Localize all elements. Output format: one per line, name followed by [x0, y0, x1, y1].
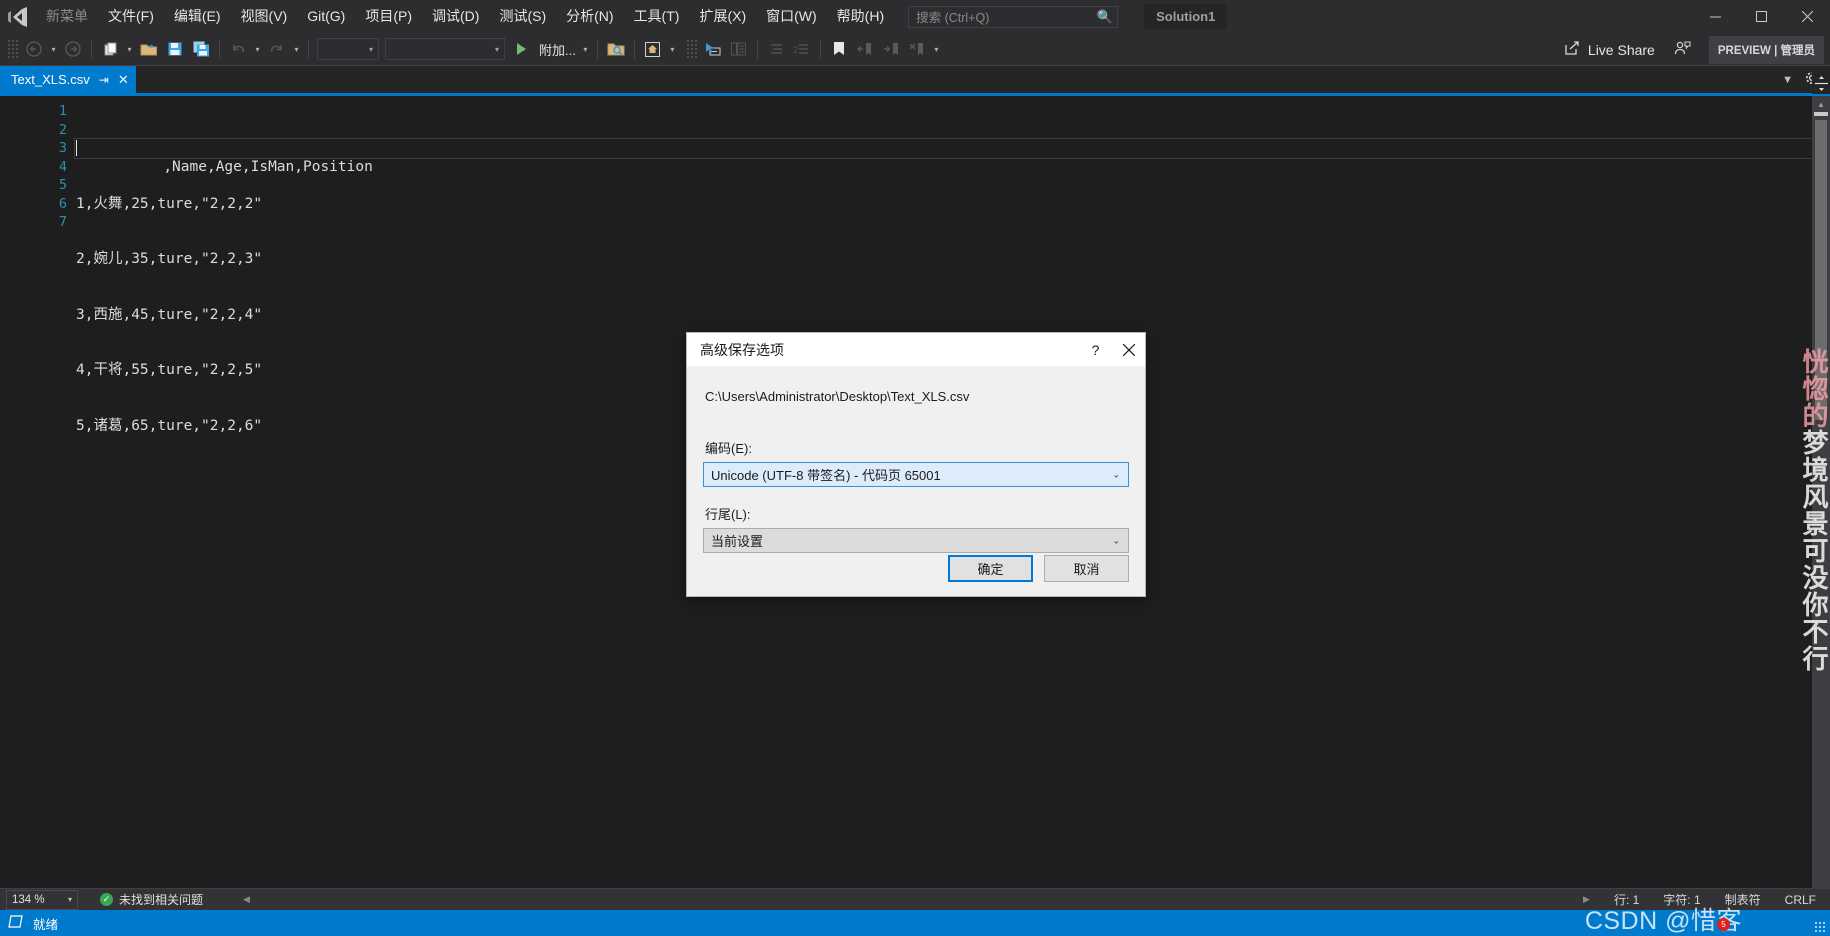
dialog-close-button[interactable]: [1112, 333, 1145, 366]
chevron-down-icon[interactable]: ⌄: [1112, 535, 1120, 546]
encoding-select[interactable]: Unicode (UTF-8 带签名) - 代码页 65001 ⌄: [703, 462, 1129, 487]
visual-studio-window: 新菜单 文件(F) 编辑(E) 视图(V) Git(G) 项目(P) 调试(D)…: [0, 0, 1830, 936]
help-button[interactable]: ?: [1079, 333, 1112, 366]
encoding-selected-value: Unicode (UTF-8 带签名) - 代码页 65001: [711, 468, 941, 483]
encoding-label: 编码(E):: [705, 441, 752, 456]
line-ending-selected-value: 当前设置: [711, 534, 764, 549]
ok-button[interactable]: 确定: [948, 555, 1033, 582]
line-ending-select[interactable]: 当前设置 ⌄: [703, 528, 1129, 553]
dialog-title: 高级保存选项: [700, 341, 784, 358]
chevron-down-icon[interactable]: ⌄: [1112, 469, 1120, 480]
advanced-save-options-dialog: 高级保存选项 ? C:\Users\Administrator\Desktop\…: [687, 333, 1145, 596]
dialog-footer: 确定 取消: [687, 553, 1145, 596]
dialog-body: C:\Users\Administrator\Desktop\Text_XLS.…: [687, 366, 1145, 553]
dialog-title-bar: 高级保存选项 ?: [687, 333, 1145, 366]
line-ending-label: 行尾(L):: [705, 507, 751, 522]
cancel-button[interactable]: 取消: [1044, 555, 1129, 582]
modal-overlay: 高级保存选项 ? C:\Users\Administrator\Desktop\…: [0, 0, 1830, 936]
dialog-title-buttons: ?: [1079, 333, 1145, 366]
file-path-label: C:\Users\Administrator\Desktop\Text_XLS.…: [705, 389, 970, 404]
